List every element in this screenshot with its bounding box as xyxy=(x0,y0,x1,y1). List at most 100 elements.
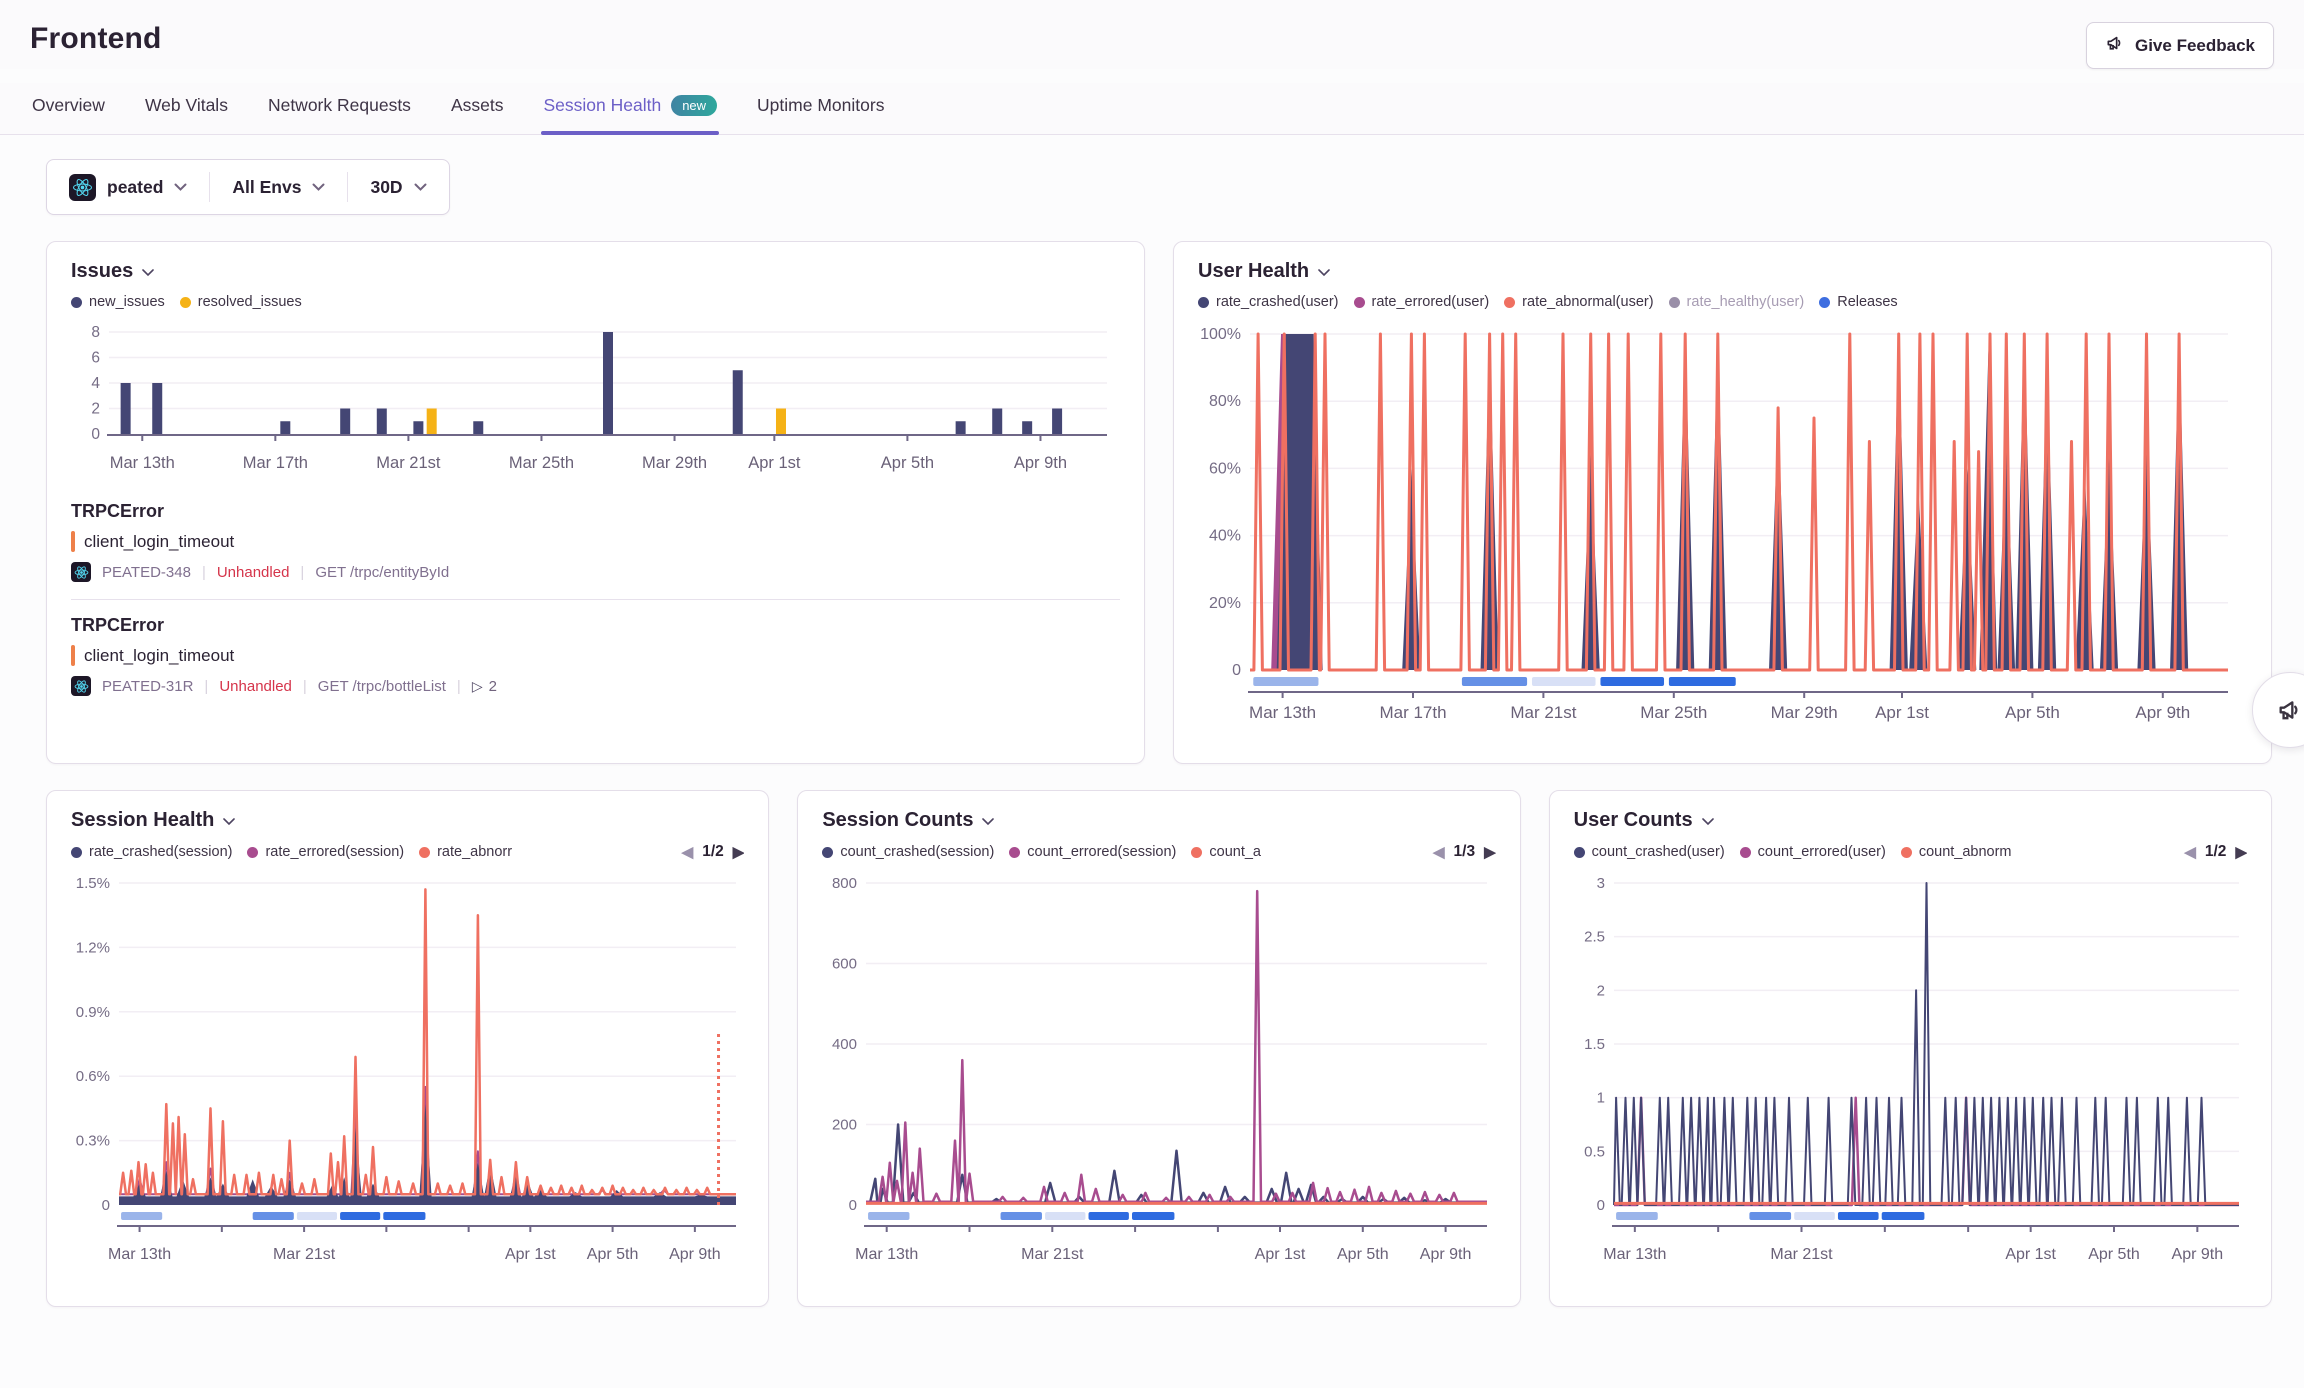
replay-count[interactable]: ▷2 xyxy=(472,678,497,695)
legend-item[interactable]: count_abnorm xyxy=(1901,844,2012,860)
svg-text:Mar 29th: Mar 29th xyxy=(642,454,707,472)
svg-text:2: 2 xyxy=(91,401,100,418)
issue-status: Unhandled xyxy=(219,678,292,695)
svg-text:0: 0 xyxy=(102,1197,110,1214)
pager-next-button[interactable]: ▶ xyxy=(733,843,745,861)
series-dot xyxy=(1819,297,1830,308)
issue-transaction: GET /trpc/entityById xyxy=(315,564,449,581)
user-health-panel-title[interactable]: User Health xyxy=(1198,260,2247,283)
svg-text:Mar 13th: Mar 13th xyxy=(108,1246,171,1263)
legend-item[interactable]: rate_abnormal(user) xyxy=(1504,294,1653,310)
pager-next-button[interactable]: ▶ xyxy=(1484,843,1496,861)
issue-row[interactable]: TRPCError client_login_timeout PEATED-31… xyxy=(71,602,1120,711)
megaphone-icon xyxy=(2276,696,2304,724)
page-filter-bar: peated All Envs 30D xyxy=(46,159,450,215)
project-selector[interactable]: peated xyxy=(47,172,209,202)
tab-session-health[interactable]: Session Health new xyxy=(541,83,719,134)
pager-prev-button[interactable]: ◀ xyxy=(2184,843,2196,861)
environment-selector[interactable]: All Envs xyxy=(209,172,347,202)
legend-item[interactable]: count_a xyxy=(1191,844,1261,860)
svg-text:200: 200 xyxy=(832,1117,857,1134)
chevron-down-icon xyxy=(414,183,427,192)
svg-text:Mar 13th: Mar 13th xyxy=(110,454,175,472)
issues-bar-chart[interactable]: 02468Mar 13thMar 17thMar 21stMar 25thMar… xyxy=(71,318,1120,478)
pager-next-button[interactable]: ▶ xyxy=(2235,843,2247,861)
svg-text:Apr 5th: Apr 5th xyxy=(587,1246,639,1263)
pager-prev-button[interactable]: ◀ xyxy=(1433,843,1445,861)
issue-error-type[interactable]: TRPCError xyxy=(71,501,1120,522)
issue-error-type[interactable]: TRPCError xyxy=(71,615,1120,636)
user-counts-panel-title[interactable]: User Counts xyxy=(1574,809,2247,832)
tab-network-requests[interactable]: Network Requests xyxy=(266,83,413,134)
svg-text:2.5: 2.5 xyxy=(1584,929,1605,946)
give-feedback-button[interactable]: Give Feedback xyxy=(2086,22,2274,69)
legend-item[interactable]: new_issues xyxy=(71,294,165,310)
svg-text:80%: 80% xyxy=(1209,393,1241,410)
svg-text:800: 800 xyxy=(832,875,857,892)
legend-item[interactable]: rate_errored(user) xyxy=(1354,294,1490,310)
svg-text:Apr 9th: Apr 9th xyxy=(2135,703,2190,722)
user-health-chart[interactable]: 020%40%60%80%100%Mar 13thMar 17thMar 21s… xyxy=(1198,318,2247,728)
svg-text:4: 4 xyxy=(91,375,100,392)
svg-text:20%: 20% xyxy=(1209,595,1241,612)
legend-pager: ◀ 1/2 ▶ xyxy=(674,843,745,861)
legend-item[interactable]: resolved_issues xyxy=(180,294,302,310)
svg-text:Mar 21st: Mar 21st xyxy=(273,1246,336,1263)
svg-text:Apr 1st: Apr 1st xyxy=(2005,1246,2056,1263)
pager-page: 1/2 xyxy=(702,843,724,861)
svg-text:1.2%: 1.2% xyxy=(76,939,110,956)
series-dot xyxy=(1009,847,1020,858)
issue-short-id: PEATED-348 xyxy=(102,564,191,581)
legend-item[interactable]: count_errored(session) xyxy=(1009,844,1176,860)
date-range-selector[interactable]: 30D xyxy=(347,172,448,202)
tab-overview[interactable]: Overview xyxy=(30,83,107,134)
legend-item[interactable]: rate_crashed(user) xyxy=(1198,294,1339,310)
environment-value: All Envs xyxy=(232,177,301,198)
svg-text:Apr 5th: Apr 5th xyxy=(881,454,934,472)
session-counts-chart[interactable]: 0200400600800Mar 13thMar 21stApr 1stApr … xyxy=(822,869,1495,1277)
divider xyxy=(71,599,1120,600)
series-dot xyxy=(247,847,258,858)
legend-item[interactable]: count_errored(user) xyxy=(1740,844,1886,860)
user-counts-legend: count_crashed(user) count_errored(user) … xyxy=(1574,843,2247,861)
svg-text:Mar 25th: Mar 25th xyxy=(1640,703,1707,722)
svg-text:Apr 5th: Apr 5th xyxy=(1337,1246,1389,1263)
issues-panel-title[interactable]: Issues xyxy=(71,260,1120,283)
legend-item[interactable]: rate_errored(session) xyxy=(247,844,404,860)
legend-item[interactable]: rate_abnorr xyxy=(419,844,512,860)
issue-row[interactable]: TRPCError client_login_timeout PEATED-34… xyxy=(71,488,1120,597)
svg-text:Apr 1st: Apr 1st xyxy=(505,1246,556,1263)
session-counts-panel-title[interactable]: Session Counts xyxy=(822,809,1495,832)
page-header: Frontend Give Feedback xyxy=(0,0,2304,69)
svg-text:Mar 13th: Mar 13th xyxy=(855,1246,918,1263)
svg-text:Mar 25th: Mar 25th xyxy=(509,454,574,472)
series-dot xyxy=(419,847,430,858)
legend-item[interactable]: rate_healthy(user) xyxy=(1669,294,1805,310)
issue-culprit-text: client_login_timeout xyxy=(84,646,234,666)
series-dot xyxy=(1504,297,1515,308)
legend-item[interactable]: count_crashed(session) xyxy=(822,844,994,860)
tab-assets[interactable]: Assets xyxy=(449,83,506,134)
pager-prev-button[interactable]: ◀ xyxy=(682,843,694,861)
legend-item[interactable]: Releases xyxy=(1819,294,1897,310)
session-health-panel-title[interactable]: Session Health xyxy=(71,809,744,832)
tab-bar: Overview Web Vitals Network Requests Ass… xyxy=(0,83,2304,135)
tab-web-vitals[interactable]: Web Vitals xyxy=(143,83,230,134)
svg-text:Mar 21st: Mar 21st xyxy=(1510,703,1576,722)
svg-text:2: 2 xyxy=(1596,982,1604,999)
legend-item[interactable]: count_crashed(user) xyxy=(1574,844,1725,860)
chevron-down-icon xyxy=(1318,269,1330,277)
chevron-down-icon xyxy=(142,269,154,277)
error-level-bar xyxy=(71,531,75,552)
play-icon: ▷ xyxy=(472,678,483,695)
user-counts-chart[interactable]: 00.511.522.53Mar 13thMar 21stApr 1stApr … xyxy=(1574,869,2247,1277)
session-health-chart[interactable]: 00.3%0.6%0.9%1.2%1.5%Mar 13thMar 21stApr… xyxy=(71,869,744,1277)
svg-text:0.5: 0.5 xyxy=(1584,1143,1605,1160)
legend-item[interactable]: rate_crashed(session) xyxy=(71,844,232,860)
session-health-panel: Session Health rate_crashed(session) rat… xyxy=(46,790,769,1307)
svg-text:Apr 9th: Apr 9th xyxy=(1014,454,1067,472)
series-dot xyxy=(1574,847,1585,858)
new-badge: new xyxy=(671,95,717,116)
svg-text:Apr 9th: Apr 9th xyxy=(669,1246,721,1263)
tab-uptime-monitors[interactable]: Uptime Monitors xyxy=(755,83,886,134)
